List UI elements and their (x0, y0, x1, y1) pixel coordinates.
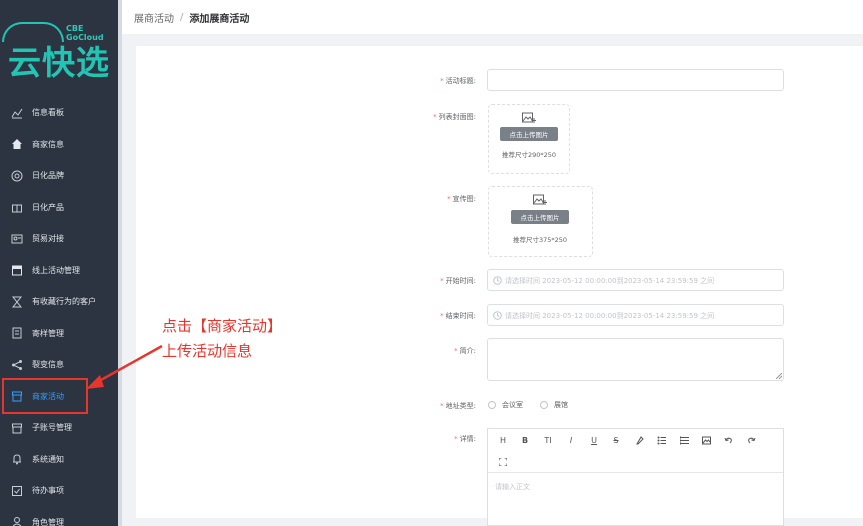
promo-upload-button[interactable]: 点击上传图片 (511, 210, 569, 224)
cover-upload-button[interactable]: 点击上传图片 (500, 127, 558, 141)
sidebar-item-online-activities[interactable]: 线上活动管理 (0, 255, 118, 287)
intro-label: * 简介: (454, 347, 476, 355)
cover-size-hint: 推荐尺寸290*250 (502, 151, 557, 159)
sidebar-item-label: 待办事项 (32, 486, 64, 496)
logo-name: 云快选 (8, 43, 110, 82)
sidebar-item-label: 裂变信息 (32, 360, 64, 370)
sidebar-item-roles[interactable]: 角色管理 (0, 507, 118, 526)
bell-icon (10, 452, 24, 466)
color-icon[interactable] (633, 434, 645, 446)
cover-label: * 列表封面图: (433, 113, 476, 121)
sidebar-item-notifications[interactable]: 系统通知 (0, 444, 118, 476)
checklist-icon (10, 484, 24, 498)
start-time-input[interactable]: 请选择时间 2023-05-12 00:00:00到2023-05-14 23:… (487, 269, 784, 291)
sidebar-item-trade[interactable]: 贸易对接 (0, 223, 118, 255)
align-icon[interactable] (678, 434, 690, 446)
sidebar-item-todos[interactable]: 待办事项 (0, 475, 118, 507)
sidebar: CBE GoCloud 云快选 信息看板 商家信息 日化品牌 日化产品 贸易对接… (0, 0, 118, 526)
annotation-arrow-icon (86, 345, 163, 389)
document-icon (10, 326, 24, 340)
cover-uploader[interactable]: 点击上传图片 推荐尺寸290*250 (488, 104, 570, 174)
sidebar-item-label: 日化产品 (32, 202, 64, 212)
title-input[interactable] (487, 69, 784, 91)
sidebar-item-favorite-customers[interactable]: 有收藏行为的客户 (0, 286, 118, 318)
radio-circle-icon (488, 401, 496, 409)
annotation-highlight-box (2, 378, 88, 414)
breadcrumb: 展商活动 / 添加展商活动 (122, 0, 863, 34)
sidebar-item-brands[interactable]: 日化品牌 (0, 160, 118, 192)
sidebar-scrollbar[interactable] (118, 0, 122, 526)
annotation-line-2: 上传活动信息 (162, 342, 253, 360)
image-icon[interactable] (700, 434, 712, 446)
annotation-line-1: 点击【商家活动】 (162, 317, 283, 335)
logo: CBE GoCloud 云快选 (0, 0, 118, 90)
chart-icon (10, 106, 24, 120)
detail-label: * 详情: (454, 435, 476, 443)
hourglass-icon (10, 295, 24, 309)
sidebar-item-sub-accounts[interactable]: 子账号管理 (0, 412, 118, 444)
underline-button[interactable]: U (588, 434, 600, 446)
sidebar-item-label: 贸易对接 (32, 234, 64, 244)
clock-icon (493, 311, 502, 320)
rich-text-editor[interactable]: H B TI I U S 请输入正文 (487, 428, 784, 526)
sidebar-item-label: 商家信息 (32, 139, 64, 149)
fullscreen-icon[interactable] (497, 456, 509, 468)
resize-handle-icon[interactable] (776, 373, 782, 379)
sidebar-item-label: 子账号管理 (32, 423, 72, 433)
address-type-label: * 地址类型: (440, 402, 476, 410)
promo-size-hint: 推荐尺寸375*250 (513, 236, 568, 244)
editor-placeholder: 请输入正文 (495, 483, 530, 491)
strikethrough-button[interactable]: S (610, 434, 622, 446)
sidebar-item-products[interactable]: 日化产品 (0, 192, 118, 224)
font-size-button[interactable]: TI (542, 434, 554, 446)
end-time-input[interactable]: 请选择时间 2023-05-12 00:00:00到2023-05-14 23:… (487, 304, 784, 326)
calendar-icon (10, 263, 24, 277)
promo-uploader[interactable]: 点击上传图片 推荐尺寸375*250 (488, 186, 593, 257)
breadcrumb-parent[interactable]: 展商活动 (134, 10, 174, 25)
intro-textarea[interactable] (487, 338, 784, 381)
start-time-label: * 开始时间: (440, 277, 476, 285)
italic-button[interactable]: I (565, 434, 577, 446)
store-icon (10, 421, 24, 435)
end-time-placeholder: 请选择时间 2023-05-12 00:00:00到2023-05-14 23:… (505, 312, 715, 320)
breadcrumb-separator: / (180, 11, 184, 23)
radio-circle-icon (540, 401, 548, 409)
clock-icon (493, 276, 502, 285)
sidebar-item-label: 寄样管理 (32, 328, 64, 338)
sidebar-item-label: 角色管理 (32, 517, 64, 526)
sidebar-item-dashboard[interactable]: 信息看板 (0, 97, 118, 129)
heading-button[interactable]: H (497, 434, 509, 446)
radio-meeting-room[interactable]: 会议室 (488, 400, 523, 410)
image-upload-icon (533, 194, 547, 205)
sidebar-item-merchant-info[interactable]: 商家信息 (0, 129, 118, 161)
promo-label: * 宣传图: (447, 195, 476, 203)
sidebar-item-label: 系统通知 (32, 454, 64, 464)
title-label: * 活动标题: (440, 77, 476, 85)
redo-icon[interactable] (745, 434, 757, 446)
badge-icon (10, 169, 24, 183)
image-upload-icon (522, 112, 536, 123)
user-icon (10, 515, 24, 526)
start-time-placeholder: 请选择时间 2023-05-12 00:00:00到2023-05-14 23:… (505, 277, 715, 285)
editor-toolbar: H B TI I U S (488, 429, 783, 473)
home-icon (10, 137, 24, 151)
gift-icon (10, 200, 24, 214)
undo-icon[interactable] (722, 434, 734, 446)
radio-exhibition-hall[interactable]: 展馆 (540, 400, 568, 410)
bold-button[interactable]: B (519, 434, 531, 446)
sidebar-menu: 信息看板 商家信息 日化品牌 日化产品 贸易对接 线上活动管理 有收藏行为的客户… (0, 97, 118, 526)
bullet-list-icon[interactable] (655, 434, 667, 446)
radio-label: 会议室 (502, 401, 523, 409)
sidebar-item-label: 线上活动管理 (32, 265, 80, 275)
sidebar-item-label: 日化品牌 (32, 171, 64, 181)
sidebar-item-label: 有收藏行为的客户 (32, 297, 96, 307)
share-icon (10, 358, 24, 372)
id-card-icon (10, 232, 24, 246)
breadcrumb-current: 添加展商活动 (189, 13, 250, 25)
sidebar-item-label: 信息看板 (32, 108, 64, 118)
end-time-label: * 结束时间: (440, 312, 476, 320)
radio-label: 展馆 (554, 401, 568, 409)
